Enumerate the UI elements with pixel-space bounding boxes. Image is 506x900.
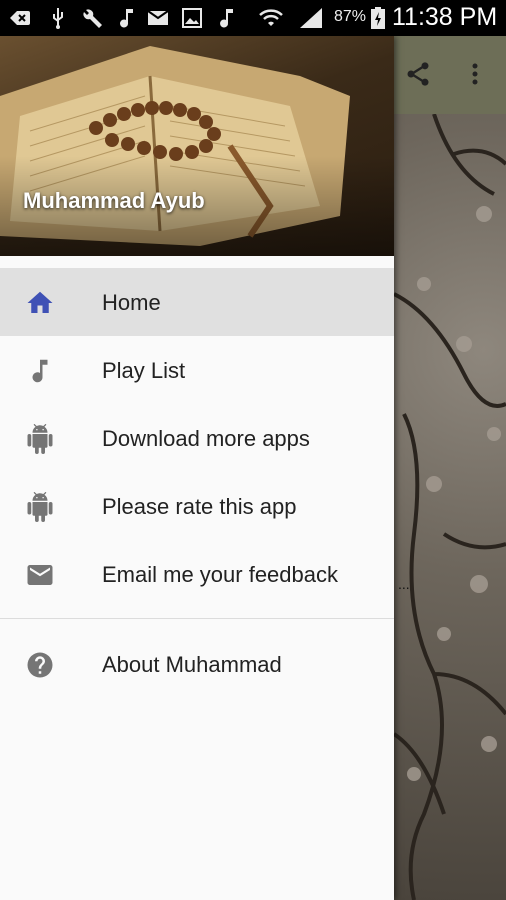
music-note-icon: [25, 356, 55, 386]
background-text: ...: [398, 576, 410, 592]
wifi-icon: [258, 6, 283, 30]
usb-icon: [46, 6, 70, 30]
overflow-menu-icon[interactable]: [470, 60, 480, 88]
clock: 11:38 PM: [392, 3, 498, 31]
drawer-item-download-more-apps[interactable]: Download more apps: [0, 404, 394, 472]
drawer-item-label: Home: [102, 290, 161, 315]
email-icon: [25, 560, 55, 590]
battery-percentage: 87%: [334, 8, 367, 25]
image-status-icon: [180, 6, 204, 30]
signal-icon: [298, 6, 322, 30]
drawer-item-label: Play List: [102, 358, 186, 383]
drawer-item-home[interactable]: Home: [0, 268, 394, 336]
navigation-drawer: Muhammad Ayub Home Play List Download mo…: [0, 36, 394, 900]
drawer-item-label: Please rate this app: [102, 494, 297, 519]
wrench-icon: [80, 6, 104, 30]
drawer-item-label: About Muhammad: [102, 652, 282, 677]
drawer-header: Muhammad Ayub: [0, 36, 394, 256]
share-icon[interactable]: [404, 60, 432, 88]
android-icon: [25, 492, 55, 522]
back-notification-icon: [8, 6, 32, 30]
home-icon: [25, 288, 55, 318]
background-image: [394, 114, 506, 900]
music-note-status-icon-2: [214, 6, 238, 30]
battery-charging-icon: [366, 6, 390, 30]
drawer-header-title: Muhammad Ayub: [23, 188, 205, 213]
help-circle-icon: [25, 650, 55, 680]
drawer-item-play-list[interactable]: Play List: [0, 336, 394, 404]
drawer-item-label: Email me your feedback: [102, 562, 338, 587]
android-icon: [25, 424, 55, 454]
drawer-item-email-feedback[interactable]: Email me your feedback: [0, 540, 394, 608]
drawer-item-about[interactable]: About Muhammad: [0, 630, 394, 698]
drawer-item-label: Download more apps: [102, 426, 310, 451]
drawer-divider: [0, 618, 394, 619]
drawer-item-rate-app[interactable]: Please rate this app: [0, 472, 394, 540]
music-note-status-icon: [114, 6, 138, 30]
status-bar: 87% 11:38 PM: [0, 0, 506, 36]
quran-header-image: [0, 46, 394, 256]
mail-status-icon: [146, 6, 170, 30]
